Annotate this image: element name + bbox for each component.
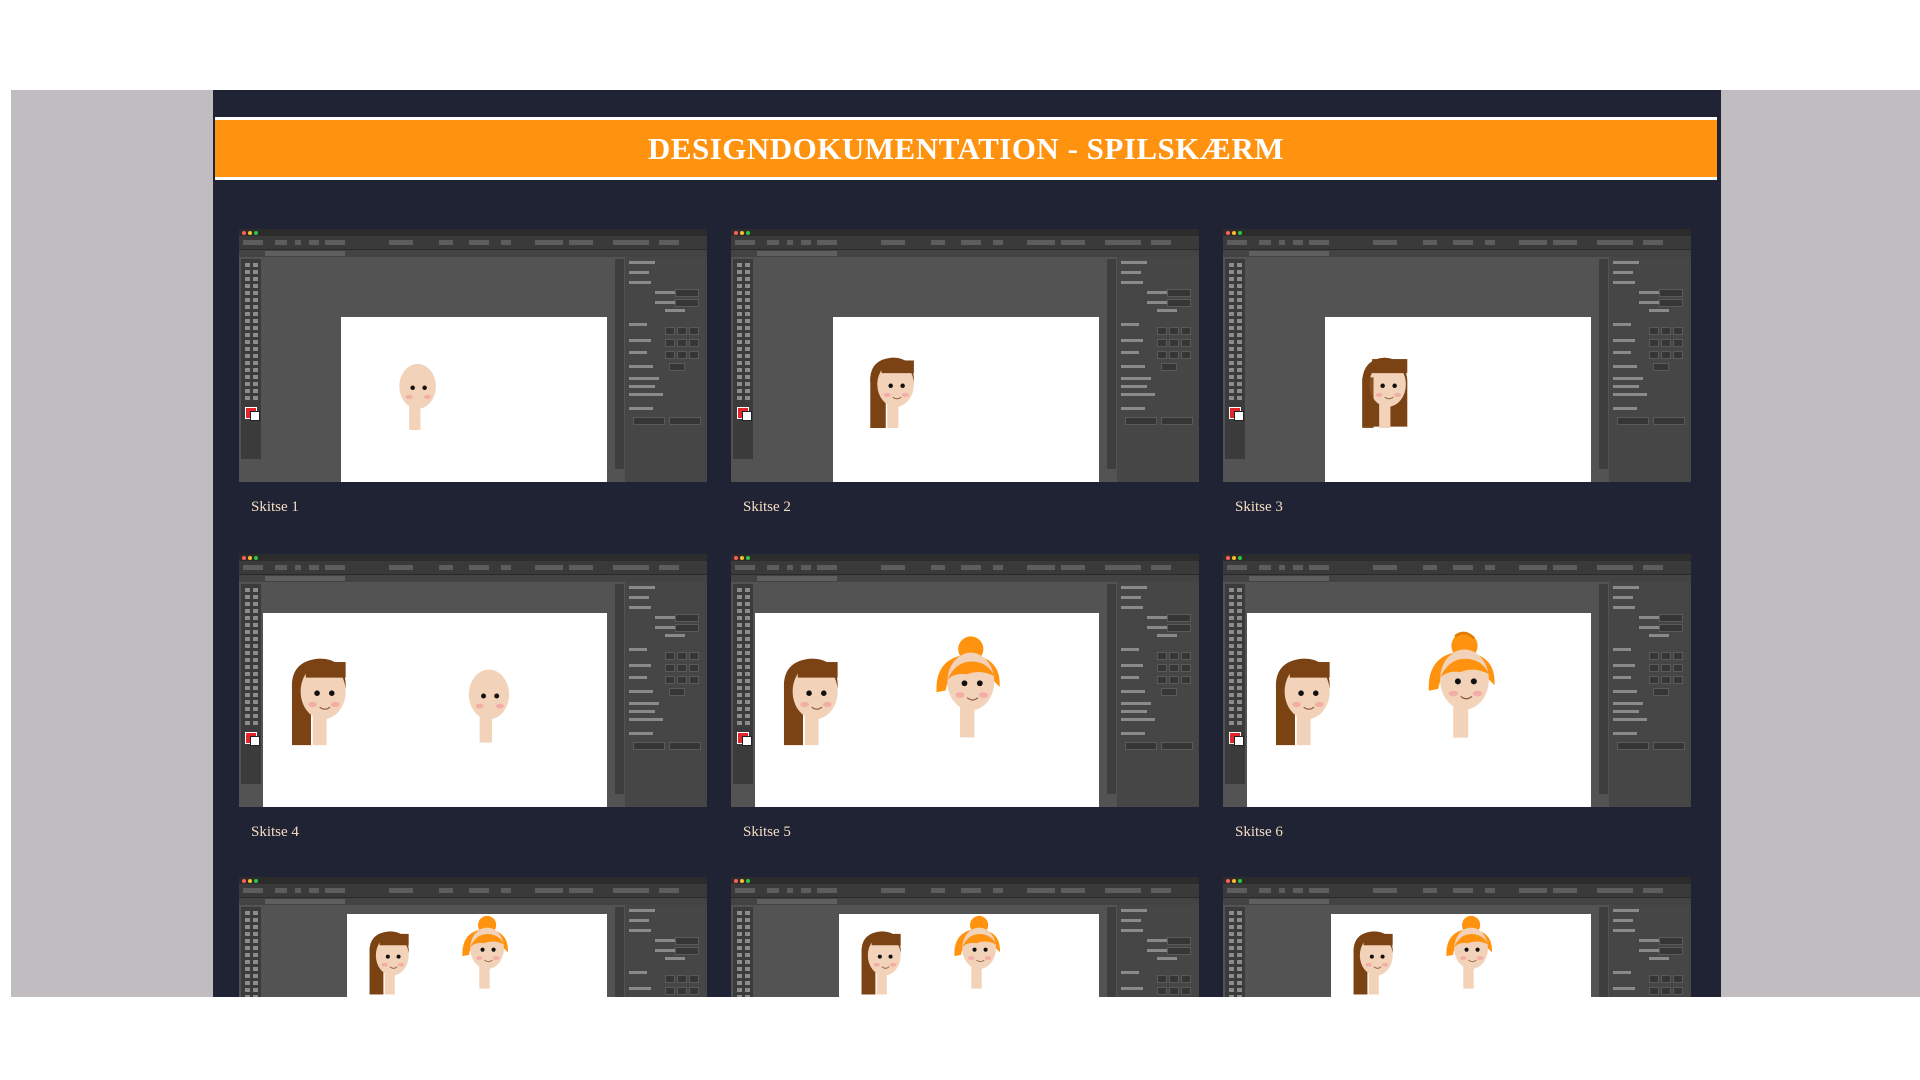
document-tab: [239, 575, 707, 582]
brown-hair-character-head: [870, 357, 914, 428]
document-tab: [239, 250, 707, 257]
control-bar: [1223, 561, 1691, 575]
tools-panel: [241, 584, 261, 784]
control-bar: [1223, 884, 1691, 898]
sketch-caption: Skitse 2: [743, 499, 791, 515]
properties-panel: [1117, 582, 1199, 807]
brown-hair-character-head: [783, 658, 838, 746]
control-bar: [239, 561, 707, 575]
artboard: [347, 914, 607, 997]
tools-panel: [241, 907, 261, 997]
panel-icon-strip: [1599, 907, 1608, 997]
sketch-screenshot[interactable]: [239, 229, 707, 482]
brown-hair-character-head: [369, 931, 409, 995]
document-tab: [1223, 250, 1691, 257]
sketch-screenshot[interactable]: [731, 229, 1199, 482]
sketch-screenshot[interactable]: [731, 877, 1199, 997]
artboard: [341, 317, 607, 482]
document-tab: [731, 575, 1199, 582]
bald-character-head: [399, 363, 436, 430]
brown-hair-character-head: [1362, 357, 1408, 428]
orange-bun-character-head: [1446, 915, 1492, 989]
sketch-screenshot[interactable]: [1223, 877, 1691, 997]
control-bar: [731, 884, 1199, 898]
panel-icon-strip: [1599, 259, 1608, 469]
sketch-caption: Skitse 4: [251, 824, 299, 840]
window-titlebar: [239, 229, 707, 236]
brown-hair-character-head: [1275, 658, 1330, 746]
document-tab: [1223, 575, 1691, 582]
artboard: [833, 317, 1099, 482]
panel-icon-strip: [1107, 584, 1116, 794]
panel-icon-strip: [1107, 907, 1116, 997]
artboard: [839, 914, 1099, 997]
document-tab: [731, 898, 1199, 905]
brown-hair-character-head: [861, 931, 901, 995]
document-tab: [239, 898, 707, 905]
sketch-screenshot[interactable]: [239, 554, 707, 807]
sketch-screenshot[interactable]: [1223, 554, 1691, 807]
properties-panel: [625, 257, 707, 482]
artboard: [1247, 613, 1591, 807]
document-tab: [731, 250, 1199, 257]
sketch-caption: Skitse 5: [743, 824, 791, 840]
tools-panel: [733, 907, 753, 997]
artboard: [263, 613, 607, 807]
sketch-screenshot[interactable]: [239, 877, 707, 997]
control-bar: [239, 236, 707, 250]
panel-icon-strip: [1599, 584, 1608, 794]
window-titlebar: [1223, 554, 1691, 561]
window-titlebar: [731, 229, 1199, 236]
window-titlebar: [1223, 877, 1691, 884]
sketch-caption: Skitse 3: [1235, 499, 1283, 515]
page-title: DESIGNDOKUMENTATION - SPILSKÆRM: [647, 130, 1285, 166]
sketch-caption: Skitse 1: [251, 499, 299, 515]
sketch-screenshot[interactable]: [731, 554, 1199, 807]
artboard: [755, 613, 1099, 807]
tools-panel: [241, 259, 261, 459]
artboard: [1325, 317, 1591, 482]
control-bar: [731, 236, 1199, 250]
panel-icon-strip: [615, 259, 624, 469]
orange-bun-character-head: [936, 636, 1000, 738]
brown-hair-character-head: [1353, 931, 1393, 995]
brown-hair-character-head: [291, 658, 346, 746]
sketch-screenshot[interactable]: [1223, 229, 1691, 482]
properties-panel: [1609, 905, 1691, 997]
tools-panel: [1225, 584, 1245, 784]
tools-panel: [733, 259, 753, 459]
properties-panel: [625, 905, 707, 997]
panel-icon-strip: [615, 584, 624, 794]
tools-panel: [733, 584, 753, 784]
window-titlebar: [239, 554, 707, 561]
orange-bun-character-head: [462, 915, 508, 989]
orange-bun-character-head: [1428, 631, 1495, 738]
browser-viewport: DESIGNDOKUMENTATION - SPILSKÆRM Skitse 1: [11, 90, 1920, 997]
properties-panel: [1609, 582, 1691, 807]
header-banner: DESIGNDOKUMENTATION - SPILSKÆRM: [215, 117, 1717, 180]
bald-character-head: [468, 669, 510, 743]
artboard: [1331, 914, 1591, 997]
window-titlebar: [731, 877, 1199, 884]
control-bar: [239, 884, 707, 898]
panel-icon-strip: [615, 907, 624, 997]
control-bar: [1223, 236, 1691, 250]
document-tab: [1223, 898, 1691, 905]
properties-panel: [1609, 257, 1691, 482]
panel-icon-strip: [1107, 259, 1116, 469]
orange-bun-character-head: [954, 915, 1000, 989]
documentation-page: DESIGNDOKUMENTATION - SPILSKÆRM Skitse 1: [213, 90, 1721, 997]
tools-panel: [1225, 259, 1245, 459]
window-titlebar: [731, 554, 1199, 561]
tools-panel: [1225, 907, 1245, 997]
properties-panel: [1117, 257, 1199, 482]
properties-panel: [1117, 905, 1199, 997]
properties-panel: [625, 582, 707, 807]
window-titlebar: [1223, 229, 1691, 236]
window-titlebar: [239, 877, 707, 884]
control-bar: [731, 561, 1199, 575]
sketch-caption: Skitse 6: [1235, 824, 1283, 840]
